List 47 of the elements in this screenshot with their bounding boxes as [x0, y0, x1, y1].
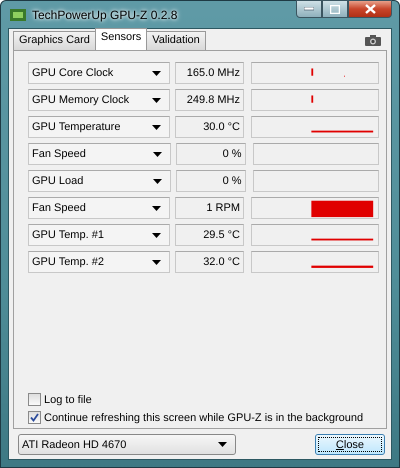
sensor-value: 32.0 °C [175, 251, 244, 273]
sensor-value: 30.0 °C [175, 116, 244, 138]
close-window-button[interactable] [348, 0, 392, 18]
caret-icon [152, 206, 162, 210]
sensor-dropdown[interactable]: GPU Temp. #2 [28, 251, 170, 273]
caret-icon [218, 442, 227, 447]
sensor-dropdown[interactable]: GPU Core Clock [28, 62, 170, 84]
close-icon [364, 4, 376, 14]
maximize-icon [330, 4, 340, 14]
sensor-dropdown[interactable]: GPU Temp. #1 [28, 224, 170, 246]
tab[interactable]: Sensors [94, 28, 148, 50]
caret-icon [152, 124, 162, 130]
minimize-button[interactable] [296, 0, 322, 18]
checkbox-label: Continue refreshing this screen while GPU-Z is in the background [44, 412, 364, 424]
sensor-dropdown[interactable]: Fan Speed [28, 143, 172, 165]
maximize-button[interactable] [322, 0, 348, 18]
sensor-dropdown[interactable]: GPU Temperature [28, 116, 170, 138]
sensor-value: 249.8 MHz [175, 89, 244, 111]
tab[interactable]: Validation [146, 31, 206, 50]
caret-icon [153, 178, 162, 184]
window-title: TechPowerUp GPU-Z 0.2.8 [32, 8, 178, 22]
checkbox[interactable] [28, 393, 41, 406]
sensor-dropdown[interactable]: Fan Speed [28, 197, 170, 219]
checkbox-label: Log to file [44, 394, 92, 406]
sensor-value: 1 RPM [175, 197, 244, 219]
sensor-value: 0 % [176, 170, 246, 192]
caret-icon [152, 98, 162, 102]
caret-icon [153, 152, 162, 156]
sensor-value: 29.5 °C [175, 224, 244, 246]
caret-icon [152, 260, 162, 264]
caret-icon [152, 70, 162, 76]
sensor-value: 0 % [176, 143, 246, 165]
tab[interactable]: Graphics Card [13, 31, 96, 50]
minimize-icon [304, 7, 314, 11]
app-icon [10, 8, 26, 20]
sensor-graph-line [311, 130, 374, 132]
camera-icon[interactable] [365, 35, 381, 46]
sensor-dropdown[interactable]: GPU Memory Clock [28, 89, 170, 111]
device-dropdown[interactable]: ATI Radeon HD 4670 [18, 434, 236, 455]
sensor-graph-line [311, 238, 374, 240]
close-button[interactable]: Close [315, 434, 385, 455]
checkmark-icon [30, 413, 39, 422]
sensor-dropdown[interactable]: GPU Load [28, 170, 172, 192]
sensor-graph-line [311, 266, 374, 268]
sensor-value: 165.0 MHz [175, 62, 244, 84]
checkbox[interactable] [28, 411, 41, 424]
caret-icon [152, 232, 162, 238]
